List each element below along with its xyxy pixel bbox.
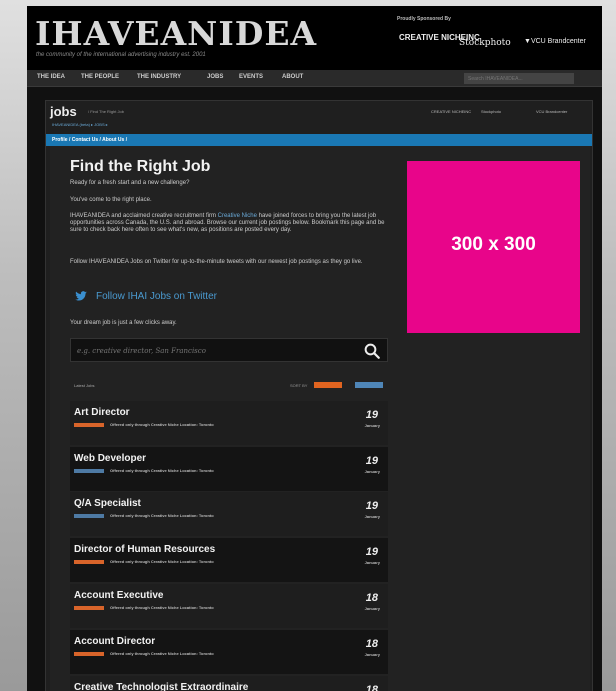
site-header: IHAVEANIDEA the community of the interna… xyxy=(27,6,602,70)
job-row[interactable]: Creative Technologist ExtraordinaireOffe… xyxy=(70,676,388,691)
job-date-month: January xyxy=(364,652,380,657)
site-logo[interactable]: IHAVEANIDEA xyxy=(35,14,317,53)
intro-text: Ready for a fresh start and a new challe… xyxy=(70,180,190,186)
job-row[interactable]: Web Developer Offered only through Creati… xyxy=(70,447,388,491)
job-date-day: 18 xyxy=(365,592,378,604)
para1-start: IHAVEANIDEA and acclaimed creative recru… xyxy=(70,213,218,219)
job-date-day: 19 xyxy=(365,455,378,467)
breadcrumb[interactable]: IHAVEANIDEA (beta) ▸ JOBS ▸ xyxy=(52,122,108,127)
jobs-subtitle: / Find The Right Job xyxy=(88,109,124,114)
job-search-box xyxy=(70,338,388,362)
sponsor-vcu[interactable]: ▼VCU Brandcenter xyxy=(524,38,586,45)
job-date-day: 19 xyxy=(365,500,378,512)
job-title[interactable]: Web Developer xyxy=(74,453,146,464)
job-source-badge xyxy=(74,514,104,518)
job-source-badge xyxy=(74,652,104,656)
page-frame: IHAVEANIDEA the community of the interna… xyxy=(27,6,602,691)
nav-about[interactable]: ABOUT xyxy=(282,74,303,80)
dream-job-text: Your dream job is just a few clicks away… xyxy=(70,320,177,326)
content-area: Find the Right Job Ready for a fresh sta… xyxy=(50,146,590,691)
nav-the-industry[interactable]: THE INDUSTRY xyxy=(137,74,181,80)
job-title[interactable]: Account Director xyxy=(74,636,155,647)
job-row[interactable]: Art Director Offered only through Creativ… xyxy=(70,401,388,445)
job-date-month: January xyxy=(364,560,380,565)
job-source-badge xyxy=(74,469,104,473)
logo-tagline: the community of the international adver… xyxy=(36,52,206,58)
job-date-month: January xyxy=(364,514,380,519)
nav-the-idea[interactable]: THE IDEA xyxy=(37,74,65,80)
job-row[interactable]: Q/A Specialist Offered only through Creat… xyxy=(70,492,388,536)
intro-paragraph: IHAVEANIDEA and acclaimed creative recru… xyxy=(70,213,388,234)
ad-size-label: 300 x 300 xyxy=(451,234,536,255)
main-column: Find the Right Job Ready for a fresh sta… xyxy=(50,146,394,691)
job-meta: Offered only through Creative Niche Loca… xyxy=(110,513,214,518)
nav-jobs[interactable]: JOBS xyxy=(207,74,223,80)
sponsor-stockphoto[interactable]: Stockphoto xyxy=(459,38,511,48)
panel-sponsor-creative-niche[interactable]: CREATIVE NICHEINC xyxy=(431,109,471,114)
job-meta: Offered only through Creative Niche Loca… xyxy=(110,559,214,564)
job-meta: Offered only through Creative Niche Loca… xyxy=(110,422,214,427)
search-icon[interactable] xyxy=(363,342,381,360)
job-date-day: 19 xyxy=(365,409,378,421)
sort-label: SORT BY xyxy=(290,383,308,388)
latest-jobs-label: Latest Jobs xyxy=(74,383,95,388)
sort-button-other[interactable] xyxy=(355,382,383,388)
job-source-badge xyxy=(74,423,104,427)
creative-niche-link[interactable]: Creative Niche xyxy=(218,213,257,219)
job-title[interactable]: Q/A Specialist xyxy=(74,498,141,509)
job-title[interactable]: Creative Technologist Extraordinaire xyxy=(74,682,248,691)
job-meta: Offered only through Creative Niche Loca… xyxy=(110,651,214,656)
job-title[interactable]: Art Director xyxy=(74,407,130,418)
job-date-month: January xyxy=(364,423,380,428)
nav-events[interactable]: EVENTS xyxy=(239,74,263,80)
twitter-follow-link[interactable]: Follow IHAI Jobs on Twitter xyxy=(96,291,217,302)
job-row[interactable]: Account Director Offered only through Cre… xyxy=(70,630,388,674)
job-search-input[interactable] xyxy=(77,344,347,358)
job-date-day: 18 xyxy=(365,638,378,650)
job-meta: Offered only through Creative Niche Loca… xyxy=(110,605,214,610)
page-title: Find the Right Job xyxy=(70,158,211,175)
job-date-month: January xyxy=(364,606,380,611)
panel-sponsor-stockphoto[interactable]: Stockphoto xyxy=(481,109,501,114)
right-place-text: You've come to the right place. xyxy=(70,197,152,203)
job-source-badge xyxy=(74,560,104,564)
job-date-month: January xyxy=(364,469,380,474)
job-meta: Offered only through Creative Niche Loca… xyxy=(110,468,214,473)
main-nav: THE IDEA THE PEOPLE THE INDUSTRY JOBS EV… xyxy=(27,70,602,87)
panel-links-bar[interactable]: Profile / Contact Us / About Us / xyxy=(46,134,592,146)
sponsor-vcu-label: VCU Brandcenter xyxy=(530,38,586,45)
twitter-bird-icon[interactable] xyxy=(74,289,88,303)
sponsor-label: Proudly Sponsored By xyxy=(397,16,451,22)
nav-the-people[interactable]: THE PEOPLE xyxy=(81,74,119,80)
job-list-header: Latest Jobs SORT BY xyxy=(70,381,388,391)
sort-button-creative-niche[interactable] xyxy=(314,382,342,388)
twitter-paragraph: Follow IHAVEANIDEA Jobs on Twitter for u… xyxy=(70,259,363,265)
job-source-badge xyxy=(74,606,104,610)
ad-placeholder[interactable]: 300 x 300 xyxy=(407,161,580,333)
job-title[interactable]: Director of Human Resources xyxy=(74,544,215,555)
jobs-title: jobs xyxy=(50,104,77,119)
site-search-input[interactable] xyxy=(464,73,574,84)
jobs-panel: jobs / Find The Right Job IHAVEANIDEA (b… xyxy=(45,100,593,691)
job-title[interactable]: Account Executive xyxy=(74,590,163,601)
vcu-triangle-icon: ▼ xyxy=(524,38,531,45)
job-row[interactable]: Director of Human Resources Offered only … xyxy=(70,538,388,582)
job-date-day: 19 xyxy=(365,546,378,558)
job-row[interactable]: Account Executive Offered only through Cr… xyxy=(70,584,388,628)
job-date-day: 18 xyxy=(365,684,378,691)
panel-sponsor-vcu[interactable]: VCU Brandcenter xyxy=(536,109,567,114)
